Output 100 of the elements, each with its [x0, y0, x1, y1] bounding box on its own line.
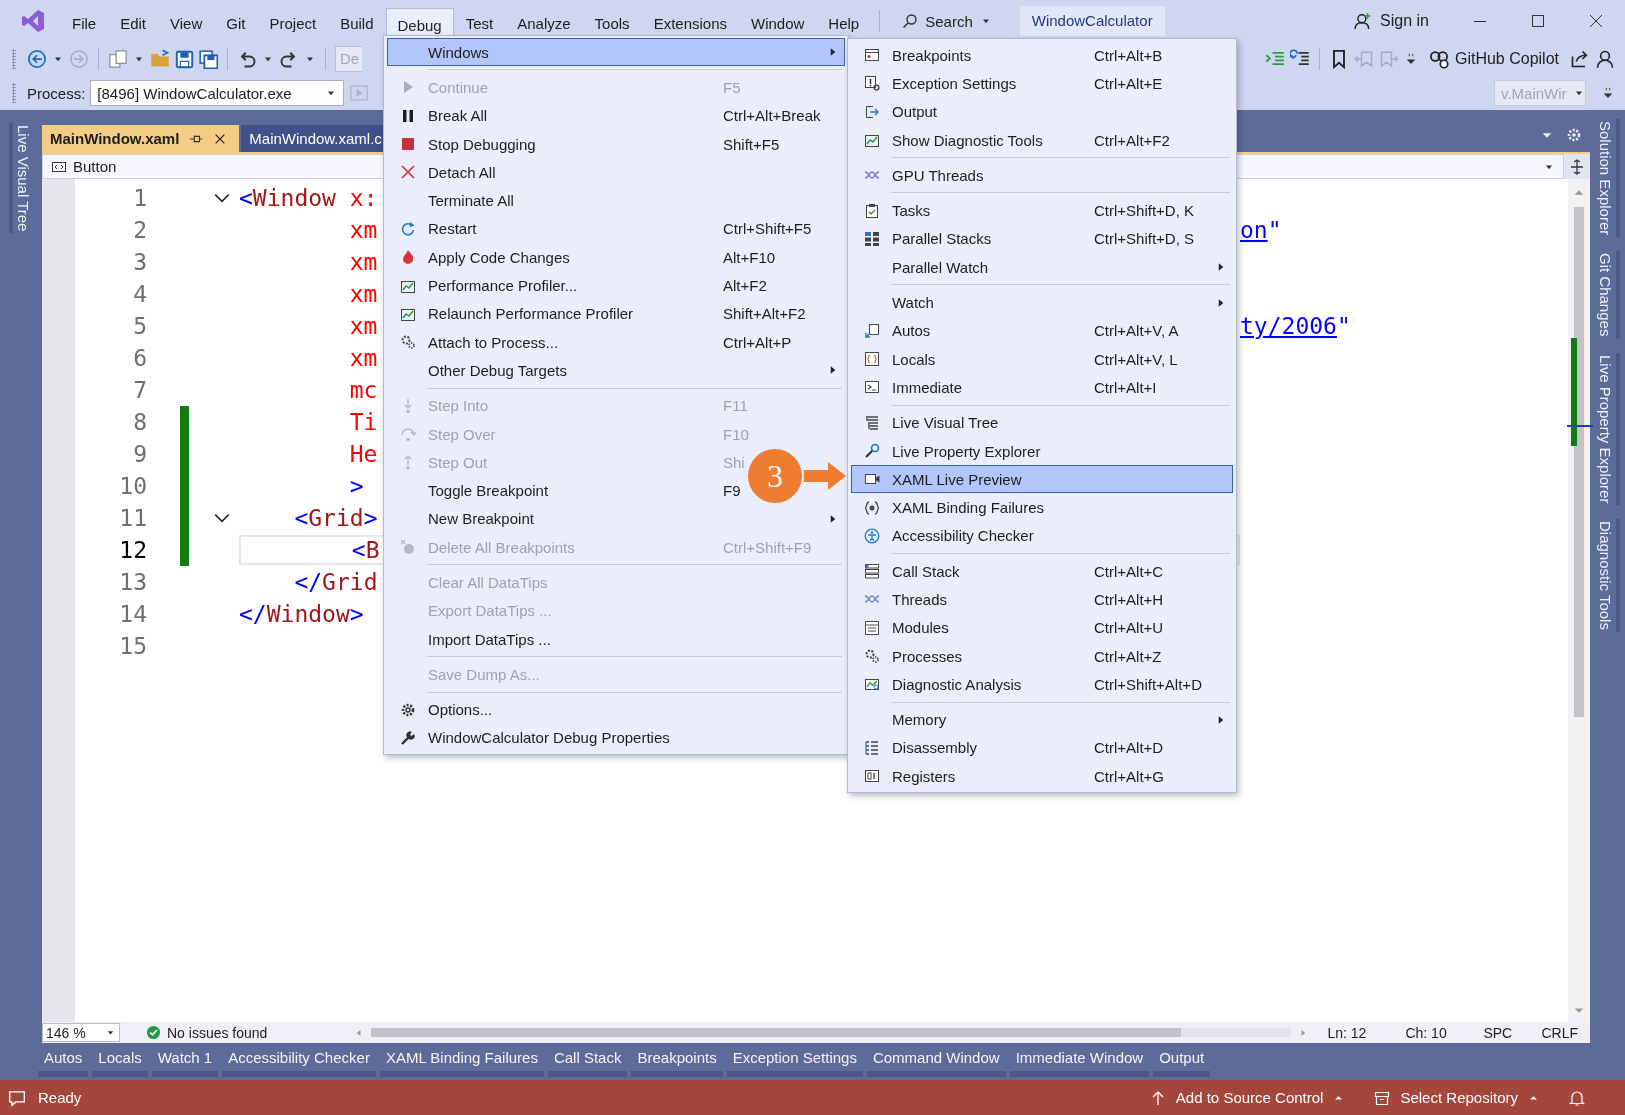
menu-item[interactable]: Git: [214, 8, 258, 38]
menu-item[interactable]: Locals: [892, 350, 936, 368]
menu-item[interactable]: Test: [453, 8, 506, 38]
code-line: </Grid: [293, 569, 378, 595]
menu-item[interactable]: Toggle Breakpoint: [428, 482, 549, 500]
code-line: Ti: [348, 409, 378, 435]
menu-item[interactable]: Build: [328, 8, 386, 38]
shortcut-text: Ctrl+Alt+G: [1094, 767, 1165, 785]
copilot-button[interactable]: GitHub Copilot: [1428, 49, 1559, 69]
shortcut-text: Ctrl+Shift+D, K: [1094, 202, 1195, 220]
shortcut-text: Ctrl+Alt+V, L: [1094, 350, 1178, 368]
code-line: mc: [348, 377, 378, 403]
line-number: 3: [132, 249, 147, 275]
menu-item[interactable]: Threads: [892, 591, 948, 608]
search-button[interactable]: Search: [892, 7, 1002, 35]
tool-window-tab[interactable]: Live Property Explorer: [1595, 352, 1620, 506]
repository-button[interactable]: Select Repository: [1374, 1089, 1539, 1106]
menu-item[interactable]: Autos: [892, 322, 931, 340]
menu-item[interactable]: GPU Threads: [892, 166, 984, 184]
sign-in-button[interactable]: Sign in: [1354, 12, 1429, 30]
menu-item[interactable]: Windows: [428, 43, 489, 61]
menu-item[interactable]: Help: [816, 8, 872, 38]
menu-item[interactable]: Modules: [892, 619, 949, 637]
menu-item[interactable]: XAML Binding Failures: [892, 499, 1044, 517]
code-fragment: on": [1240, 217, 1282, 243]
menu-item[interactable]: View: [158, 8, 215, 38]
menu-item[interactable]: Parallel Watch: [892, 258, 989, 276]
shortcut-text: Shift+F5: [723, 135, 780, 153]
menu-item[interactable]: Live Property Explorer: [892, 442, 1041, 460]
shortcut-text: Ctrl+Alt+I: [1094, 378, 1157, 396]
column-indicator: Ch: 10: [1404, 1024, 1448, 1041]
menu-item[interactable]: Immediate: [892, 378, 963, 396]
menu-item[interactable]: Show Diagnostic Tools: [892, 131, 1043, 149]
shortcut-text: Ctrl+Alt+Break: [723, 107, 821, 125]
menu-item[interactable]: Live Visual Tree: [892, 414, 999, 432]
line-number: 5: [132, 313, 147, 339]
menu-item[interactable]: Breakpoints: [892, 46, 972, 64]
menu-item[interactable]: Window: [739, 8, 817, 38]
menu-item[interactable]: Import DataTips ...: [428, 630, 551, 648]
code-fragment: ty/2006": [1240, 313, 1351, 339]
document-tab[interactable]: MainWindow.xaml: [42, 125, 240, 152]
menu-item[interactable]: Restart: [428, 220, 477, 238]
shortcut-text: Ctrl+Alt+Z: [1094, 647, 1162, 665]
menu-item[interactable]: Detach All: [428, 163, 496, 181]
line-number: 1: [132, 185, 147, 211]
line-number: 9: [132, 441, 147, 467]
shortcut-text: Ctrl+Shift+F5: [723, 220, 812, 238]
tool-window-tab[interactable]: Git Changes: [1595, 251, 1620, 339]
menu-item[interactable]: Tools: [582, 8, 642, 38]
shortcut-text: Shift+Alt+F2: [723, 305, 806, 323]
menu-item[interactable]: Project: [257, 8, 329, 38]
shortcut-text: Ctrl+Alt+B: [1094, 46, 1163, 64]
shortcut-text: F11: [723, 397, 748, 415]
menu-item[interactable]: Exception Settings: [892, 74, 1017, 92]
menu-item[interactable]: Memory: [892, 711, 947, 729]
menu-item[interactable]: Analyze: [505, 8, 583, 38]
menu-item[interactable]: Extensions: [641, 8, 739, 38]
menu-item[interactable]: Other Debug Targets: [428, 361, 567, 379]
shortcut-text: F9: [723, 482, 741, 500]
menu-item[interactable]: Edit: [108, 8, 159, 38]
tool-window-tab[interactable]: Diagnostic Tools: [1595, 519, 1620, 632]
menu-item[interactable]: Call Stack: [892, 562, 960, 580]
menu-item[interactable]: Attach to Process...: [428, 333, 559, 351]
menu-item[interactable]: Break All: [428, 107, 488, 125]
process-dropdown[interactable]: [8496] WindowCalculator.exe: [90, 80, 345, 106]
source-control-button[interactable]: Add to Source Control: [1149, 1089, 1345, 1106]
shortcut-text: Ctrl+Shift+D, S: [1094, 230, 1195, 248]
menu-item[interactable]: New Breakpoint: [428, 510, 534, 528]
menu-item[interactable]: Performance Profiler...: [428, 277, 578, 294]
code-line: <Window x:: [239, 185, 378, 211]
menu-item[interactable]: Parallel Stacks: [892, 230, 992, 248]
menu-item[interactable]: Processes: [892, 647, 963, 665]
line-number: 6: [132, 345, 147, 371]
shortcut-text: Ctrl+Shift+Alt+D: [1094, 675, 1202, 693]
menu-item[interactable]: Relaunch Performance Profiler: [428, 305, 634, 323]
line-ending-indicator: CRLF: [1540, 1024, 1578, 1041]
menu-item[interactable]: Stop Debugging: [428, 135, 536, 153]
menu-item[interactable]: Terminate All: [428, 192, 514, 210]
menu-item[interactable]: WindowCalculator Debug Properties: [428, 729, 670, 747]
menu-item[interactable]: Registers: [892, 767, 956, 785]
menu-item[interactable]: Output: [892, 103, 938, 121]
shortcut-text: Shi: [723, 453, 745, 471]
tool-window-tab[interactable]: Solution Explorer: [1595, 119, 1620, 238]
menu-item[interactable]: Disassembly: [892, 739, 978, 757]
menu-item[interactable]: Watch: [892, 294, 934, 311]
tool-window-tab[interactable]: Live Visual Tree: [8, 123, 34, 234]
shortcut-text: Ctrl+Alt+F2: [1094, 131, 1170, 149]
zoom-dropdown[interactable]: 146 %: [42, 1023, 120, 1042]
menu-item[interactable]: Accessibility Checker: [892, 527, 1034, 545]
shortcut-text: Ctrl+Alt+V, A: [1094, 322, 1179, 340]
menu-item[interactable]: Tasks: [892, 202, 931, 220]
whitespace-indicator: SPC: [1482, 1024, 1514, 1041]
menu-item[interactable]: File: [60, 8, 109, 38]
menu-item[interactable]: Diagnostic Analysis: [892, 675, 1022, 693]
menu-item[interactable]: Options...: [428, 701, 493, 719]
menu-item[interactable]: Apply Code Changes: [428, 248, 570, 266]
line-number: 12: [118, 537, 147, 563]
line-number: 15: [118, 633, 147, 659]
menu-item[interactable]: XAML Live Preview: [892, 470, 1022, 488]
code-line: xm: [348, 313, 378, 339]
